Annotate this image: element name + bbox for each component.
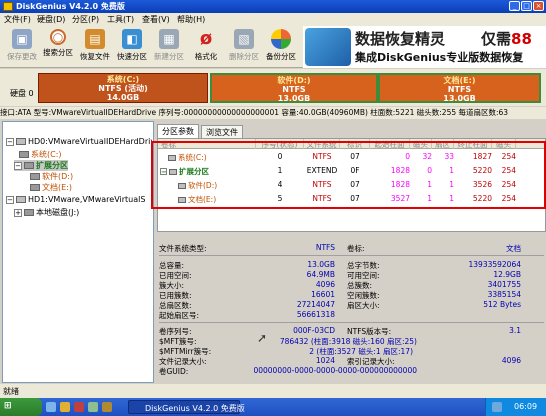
close-button[interactable]: ×	[533, 1, 544, 11]
delete-partition-icon: ▧	[234, 29, 254, 49]
quicklaunch-app-icon[interactable]	[74, 402, 84, 412]
magnifier-icon: ○	[50, 29, 66, 45]
tab-partition-params[interactable]: 分区参数	[157, 124, 199, 138]
menu-disk[interactable]: 硬盘(D)	[37, 14, 65, 25]
partition-c-block[interactable]: 系统(C:) NTFS (活动) 14.0GB	[38, 73, 208, 103]
banner-image	[305, 28, 351, 66]
collapse-icon[interactable]: −	[6, 138, 14, 146]
banner-subtitle: 集成DiskGenius专业版数据恢复	[355, 51, 524, 64]
network-icon[interactable]	[492, 402, 502, 412]
start-button[interactable]: ⊞	[0, 398, 42, 416]
delete-partition-button[interactable]: ▧ 删除分区	[226, 28, 262, 66]
maximize-button[interactable]: □	[521, 1, 532, 11]
tree-partition-e[interactable]: 文档(E:)	[30, 182, 72, 193]
harddisk-icon	[16, 196, 26, 203]
format-icon: ø	[199, 28, 213, 49]
minimize-button[interactable]: _	[509, 1, 520, 11]
format-button[interactable]: ø 格式化	[188, 28, 224, 66]
ad-banner[interactable]: 数据恢复精灵 仅需88 集成DiskGenius专业版数据恢复	[303, 26, 546, 68]
quick-partition-button[interactable]: ◧ 快速分区	[114, 28, 150, 66]
backup-partition-button[interactable]: 备份分区	[263, 28, 299, 66]
menu-view[interactable]: 查看(V)	[142, 14, 170, 25]
disk-map: 硬盘 0 系统(C:) NTFS (活动) 14.0GB 软件(D:) NTFS…	[0, 69, 546, 106]
folder-recover-icon: ▤	[85, 29, 105, 49]
system-tray: 06:09	[485, 398, 546, 416]
partition-icon	[19, 151, 29, 158]
app-icon	[3, 2, 13, 11]
harddisk-icon	[16, 138, 26, 145]
disk-info-line: 接口:ATA 型号:VMwareVirtualIDEHardDrive 序列号:…	[0, 107, 546, 119]
partition-icon	[24, 162, 34, 169]
partition-icon	[24, 209, 34, 216]
divider	[159, 322, 544, 323]
menu-bar: 文件(F) 硬盘(D) 分区(P) 工具(T) 查看(V) 帮助(H)	[0, 13, 546, 26]
save-changes-button[interactable]: ▣ 保存更改	[4, 28, 40, 66]
quicklaunch-folder-icon[interactable]	[60, 402, 70, 412]
partition-icon	[30, 184, 40, 191]
partition-d-block[interactable]: 软件(D:) NTFS 13.0GB	[210, 73, 378, 103]
disk-tree: − HD0:VMwareVirtualIDEHardDrive 系统(C:) − 扩…	[2, 121, 154, 383]
new-partition-button[interactable]: ▦ 新建分区	[151, 28, 187, 66]
tree-partition-d[interactable]: 软件(D:)	[30, 171, 73, 182]
new-partition-icon: ▦	[159, 29, 179, 49]
save-icon: ▣	[12, 29, 32, 49]
taskbar-diskgenius-button[interactable]: DiskGenius V4.2.0 免费版	[128, 400, 245, 414]
tree-partition-c[interactable]: 系统(C:)	[19, 149, 62, 160]
mouse-cursor-icon: ➚	[257, 331, 268, 345]
partition-icon	[30, 173, 40, 180]
status-bar: 就绪	[0, 384, 546, 398]
tree-local-disk-j[interactable]: + 本地磁盘(J:)	[14, 207, 79, 218]
recover-files-button[interactable]: ▤ 恢复文件	[77, 28, 113, 66]
tree-extended-partition[interactable]: − 扩展分区	[14, 160, 68, 171]
collapse-icon[interactable]: −	[14, 162, 22, 170]
highlight-box	[151, 141, 546, 209]
quicklaunch-desktop-icon[interactable]	[88, 402, 98, 412]
quick-partition-icon: ◧	[122, 29, 142, 49]
tab-browse-files[interactable]: 浏览文件	[201, 125, 243, 138]
collapse-icon[interactable]: −	[6, 196, 14, 204]
quicklaunch-extra-icon[interactable]	[102, 402, 112, 412]
banner-price: 仅需88	[481, 30, 532, 48]
backup-partition-icon	[271, 29, 291, 49]
tree-disk1[interactable]: − HD1:VMware,VMwareVirtualS	[6, 195, 145, 204]
quicklaunch-ie-icon[interactable]	[46, 402, 56, 412]
expand-icon[interactable]: +	[14, 209, 22, 217]
tree-disk0[interactable]: − HD0:VMwareVirtualIDEHardDrive	[6, 137, 153, 146]
menu-partition[interactable]: 分区(P)	[72, 14, 99, 25]
menu-tools[interactable]: 工具(T)	[107, 14, 134, 25]
status-text: 就绪	[3, 387, 19, 396]
menu-help[interactable]: 帮助(H)	[177, 14, 205, 25]
banner-title: 数据恢复精灵	[355, 30, 446, 48]
title-bar: DiskGenius V4.2.0 免费版 _ □ ×	[0, 0, 546, 13]
divider	[159, 255, 544, 256]
window-title: DiskGenius V4.2.0 免费版	[16, 2, 125, 11]
taskbar: ⊞ DiskGenius V4.2.0 免费版 06:09	[0, 398, 546, 416]
tab-strip: 分区参数 浏览文件	[157, 124, 546, 138]
disk-label: 硬盘 0	[10, 89, 34, 98]
partition-e-block[interactable]: 文档(E:) NTFS 13.0GB	[378, 73, 541, 103]
menu-file[interactable]: 文件(F)	[4, 14, 31, 25]
search-partition-button[interactable]: ○ 搜索分区	[40, 28, 76, 66]
clock[interactable]: 06:09	[514, 402, 537, 411]
partition-details: 文件系统类型: NTFS 卷标: 文档 总容量: 13.0GB 总字节数: 13…	[157, 233, 546, 383]
